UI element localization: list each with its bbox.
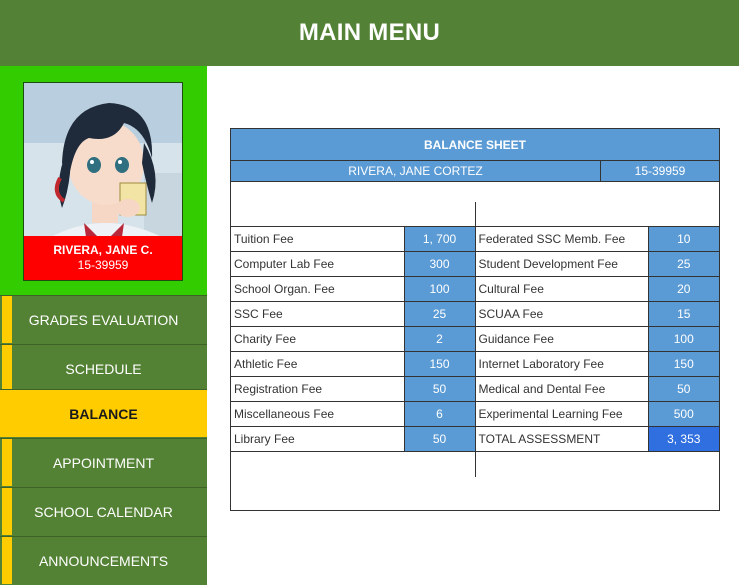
menu-item-schedule[interactable]: SCHEDULE	[0, 344, 207, 392]
fee-label: Registration Fee	[231, 376, 405, 402]
sidebar: RIVERA, JANE C. 15-39959 GRADES EVALUATI…	[0, 66, 207, 585]
main-menu-header: MAIN MENU	[0, 0, 739, 66]
fee-label: Miscellaneous Fee	[231, 401, 405, 427]
profile-name: RIVERA, JANE C.	[53, 243, 153, 257]
menu-accent-stripe	[2, 345, 12, 392]
fee-label: SCUAA Fee	[474, 301, 649, 327]
menu-item-label: GRADES EVALUATION	[28, 311, 179, 328]
fee-label: Charity Fee	[231, 326, 405, 352]
fees-table: Tuition Fee 1, 700 Federated SSC Memb. F…	[231, 226, 719, 452]
fee-value: 100	[403, 276, 476, 302]
fee-value: 25	[647, 251, 719, 277]
menu-item-label: SCHEDULE	[65, 360, 142, 377]
student-id-value: 15-39959	[634, 164, 686, 178]
menu-item-grades-evaluation[interactable]: GRADES EVALUATION	[0, 295, 207, 343]
balance-sheet: BALANCE SHEET RIVERA, JANE CORTEZ 15-399…	[230, 128, 720, 511]
menu-accent-stripe	[2, 296, 12, 343]
table-row: Library Fee 50 TOTAL ASSESSMENT 3, 353	[231, 426, 719, 452]
total-assessment-value: 3, 353	[647, 426, 719, 452]
fee-value: 500	[647, 401, 719, 427]
table-row: Tuition Fee 1, 700 Federated SSC Memb. F…	[231, 226, 719, 252]
balance-sheet-title-text: BALANCE SHEET	[423, 137, 526, 152]
menu-accent-stripe	[2, 488, 12, 535]
student-full-name: RIVERA, JANE CORTEZ	[348, 164, 483, 178]
fee-label: Athletic Fee	[231, 351, 405, 377]
fee-value: 2	[403, 326, 476, 352]
column-divider-bottom	[475, 451, 476, 477]
fee-label: Experimental Learning Fee	[474, 401, 649, 427]
fee-value: 150	[403, 351, 476, 377]
fee-label: Computer Lab Fee	[231, 251, 405, 277]
page-title: MAIN MENU	[298, 19, 441, 46]
menu-item-appointment[interactable]: APPOINTMENT	[0, 438, 207, 486]
menu-item-label: APPOINTMENT	[52, 454, 155, 471]
fee-value: 50	[403, 426, 476, 452]
menu-item-balance[interactable]: BALANCE	[0, 389, 207, 437]
balance-sheet-title: BALANCE SHEET	[231, 129, 719, 161]
column-divider-top	[475, 202, 476, 226]
table-row: SSC Fee 25 SCUAA Fee 15	[231, 301, 719, 327]
balance-sheet-student-id: 15-39959	[601, 161, 719, 182]
fee-label: Guidance Fee	[474, 326, 649, 352]
fee-label: Student Development Fee	[474, 251, 649, 277]
menu-item-label: SCHOOL CALENDAR	[34, 503, 173, 520]
fee-value: 1, 700	[403, 226, 476, 252]
table-row: Registration Fee 50 Medical and Dental F…	[231, 376, 719, 402]
fee-value: 15	[647, 301, 719, 327]
table-row: Athletic Fee 150 Internet Laboratory Fee…	[231, 351, 719, 377]
menu-item-announcements[interactable]: ANNOUNCEMENTS	[0, 536, 207, 584]
fee-value: 25	[403, 301, 476, 327]
fee-value: 150	[647, 351, 719, 377]
menu-item-school-calendar[interactable]: SCHOOL CALENDAR	[0, 487, 207, 535]
fee-value: 300	[403, 251, 476, 277]
table-row: Computer Lab Fee 300 Student Development…	[231, 251, 719, 277]
avatar: RIVERA, JANE C. 15-39959	[23, 82, 183, 281]
fee-label: Cultural Fee	[474, 276, 649, 302]
total-assessment-label: TOTAL ASSESSMENT	[474, 426, 649, 452]
profile-card: RIVERA, JANE C. 15-39959	[0, 66, 207, 295]
menu-accent-stripe	[2, 439, 12, 486]
fee-label: Library Fee	[231, 426, 405, 452]
menu-item-label: BALANCE	[69, 405, 138, 422]
table-row: Charity Fee 2 Guidance Fee 100	[231, 326, 719, 352]
fee-value: 100	[647, 326, 719, 352]
fee-label: Medical and Dental Fee	[474, 376, 649, 402]
menu-item-label: ANNOUNCEMENTS	[38, 552, 169, 569]
fee-value: 20	[647, 276, 719, 302]
menu-accent-stripe	[2, 537, 12, 584]
fee-label: School Organ. Fee	[231, 276, 405, 302]
fee-label: Tuition Fee	[231, 226, 405, 252]
fee-value: 10	[647, 226, 719, 252]
table-row: School Organ. Fee 100 Cultural Fee 20	[231, 276, 719, 302]
fee-value: 6	[403, 401, 476, 427]
table-row: Miscellaneous Fee 6 Experimental Learnin…	[231, 401, 719, 427]
fee-value: 50	[647, 376, 719, 402]
fee-value: 50	[403, 376, 476, 402]
fee-label: Federated SSC Memb. Fee	[474, 226, 649, 252]
fee-label: Internet Laboratory Fee	[474, 351, 649, 377]
profile-name-plate: RIVERA, JANE C. 15-39959	[24, 236, 182, 280]
fee-label: SSC Fee	[231, 301, 405, 327]
balance-sheet-student-name: RIVERA, JANE CORTEZ	[231, 161, 601, 182]
profile-student-id: 15-39959	[77, 258, 129, 272]
